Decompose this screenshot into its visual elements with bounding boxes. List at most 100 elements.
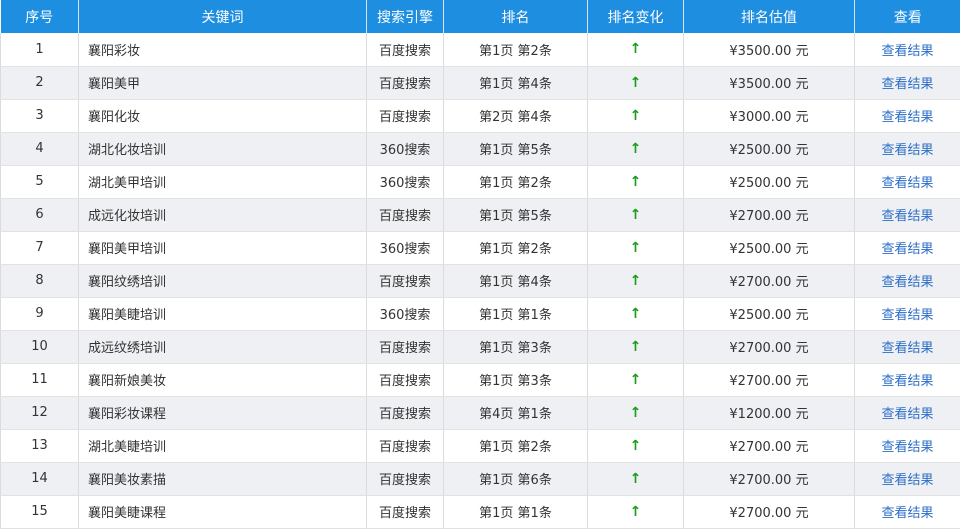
- row-rank-value: ¥2700.00 元: [729, 440, 809, 455]
- rank-up-arrow-icon: ↑: [629, 338, 642, 355]
- table-row: 7 襄阳美甲培训 360搜索 第1页 第2条 ↑ ¥2500.00 元 查看结果: [0, 231, 960, 265]
- rank-up-arrow-icon: ↑: [629, 437, 642, 454]
- table-cell: ¥2700.00 元: [683, 264, 855, 298]
- table-cell: 查看结果: [854, 462, 960, 496]
- view-result-link[interactable]: 查看结果: [881, 242, 933, 257]
- table-cell: 成远化妆培训: [78, 198, 367, 232]
- row-rank-value: ¥2500.00 元: [729, 176, 809, 191]
- row-index: 3: [35, 108, 44, 123]
- rank-up-arrow-icon: ↑: [629, 404, 642, 421]
- view-result-link[interactable]: 查看结果: [881, 374, 933, 389]
- row-rank: 第1页 第3条: [479, 374, 552, 389]
- view-result-link[interactable]: 查看结果: [881, 77, 933, 92]
- table-cell: 1: [0, 33, 79, 67]
- table-cell: 襄阳新娘美妆: [78, 363, 367, 397]
- table-cell: 2: [0, 66, 79, 100]
- table-cell: ↑: [587, 132, 684, 166]
- table-row: 10 成远纹绣培训 百度搜索 第1页 第3条 ↑ ¥2700.00 元 查看结果: [0, 330, 960, 364]
- row-search-engine: 百度搜索: [378, 506, 431, 521]
- row-rank: 第1页 第1条: [479, 308, 552, 323]
- table-cell: 6: [0, 198, 79, 232]
- table-cell: ↑: [587, 330, 684, 364]
- table-cell: 15: [0, 495, 79, 529]
- row-index: 15: [31, 504, 48, 519]
- table-cell: 查看结果: [854, 297, 960, 331]
- view-result-link[interactable]: 查看结果: [881, 506, 933, 521]
- view-result-link[interactable]: 查看结果: [881, 110, 933, 125]
- view-result-link[interactable]: 查看结果: [881, 341, 933, 356]
- table-cell: 湖北化妆培训: [78, 132, 367, 166]
- table-cell: ↑: [587, 165, 684, 199]
- rank-up-arrow-icon: ↑: [629, 206, 642, 223]
- table-cell: 湖北美甲培训: [78, 165, 367, 199]
- view-result-link[interactable]: 查看结果: [881, 440, 933, 455]
- table-cell: 第1页 第2条: [443, 33, 588, 67]
- view-result-link[interactable]: 查看结果: [881, 275, 933, 290]
- view-result-link[interactable]: 查看结果: [881, 407, 933, 422]
- row-search-engine: 百度搜索: [378, 209, 431, 224]
- table-cell: 12: [0, 396, 79, 430]
- row-index: 11: [31, 372, 48, 387]
- view-result-link[interactable]: 查看结果: [881, 143, 933, 158]
- row-keyword: 湖北美睫培训: [88, 440, 167, 455]
- table-row: 13 湖北美睫培训 百度搜索 第1页 第2条 ↑ ¥2700.00 元 查看结果: [0, 429, 960, 463]
- rank-up-arrow-icon: ↑: [629, 107, 642, 124]
- table-cell: 襄阳化妆: [78, 99, 367, 133]
- view-result-link[interactable]: 查看结果: [881, 308, 933, 323]
- table-cell: ↑: [587, 198, 684, 232]
- table-cell: 查看结果: [854, 429, 960, 463]
- table-cell: 13: [0, 429, 79, 463]
- table-cell: 360搜索: [366, 165, 444, 199]
- header-view: 查看: [854, 0, 960, 33]
- row-rank: 第1页 第3条: [479, 341, 552, 356]
- header-index: 序号: [0, 0, 79, 33]
- row-keyword: 襄阳纹绣培训: [88, 275, 167, 290]
- table-cell: ¥2500.00 元: [683, 231, 855, 265]
- view-result-link[interactable]: 查看结果: [881, 209, 933, 224]
- rank-up-arrow-icon: ↑: [629, 41, 642, 58]
- table-row: 9 襄阳美睫培训 360搜索 第1页 第1条 ↑ ¥2500.00 元 查看结果: [0, 297, 960, 331]
- row-rank-value: ¥2700.00 元: [729, 209, 809, 224]
- row-search-engine: 360搜索: [379, 143, 431, 158]
- table-cell: 查看结果: [854, 264, 960, 298]
- table-cell: 14: [0, 462, 79, 496]
- rank-up-arrow-icon: ↑: [629, 470, 642, 487]
- rank-up-arrow-icon: ↑: [629, 173, 642, 190]
- table-row: 2 襄阳美甲 百度搜索 第1页 第4条 ↑ ¥3500.00 元 查看结果: [0, 66, 960, 100]
- row-index: 7: [35, 240, 44, 255]
- table-cell: 百度搜索: [366, 33, 444, 67]
- table-cell: 第1页 第5条: [443, 132, 588, 166]
- table-cell: 5: [0, 165, 79, 199]
- row-index: 1: [35, 41, 44, 57]
- row-search-engine: 百度搜索: [378, 440, 431, 455]
- table-cell: 查看结果: [854, 165, 960, 199]
- view-result-link[interactable]: 查看结果: [881, 44, 933, 59]
- row-index: 2: [35, 75, 44, 90]
- rank-up-arrow-icon: ↑: [629, 503, 642, 520]
- row-search-engine: 百度搜索: [378, 407, 431, 422]
- table-cell: 百度搜索: [366, 66, 444, 100]
- row-keyword: 襄阳化妆: [88, 110, 141, 125]
- table-cell: 百度搜索: [366, 264, 444, 298]
- row-index: 10: [31, 339, 48, 354]
- header-rank: 排名: [443, 0, 588, 33]
- table-cell: ¥2700.00 元: [683, 330, 855, 364]
- table-cell: 7: [0, 231, 79, 265]
- table-cell: 查看结果: [854, 363, 960, 397]
- rank-up-arrow-icon: ↑: [629, 272, 642, 289]
- rank-up-arrow-icon: ↑: [629, 305, 642, 322]
- table-cell: 360搜索: [366, 297, 444, 331]
- view-result-link[interactable]: 查看结果: [881, 176, 933, 191]
- table-cell: ¥2500.00 元: [683, 297, 855, 331]
- table-cell: ↑: [587, 231, 684, 265]
- table-cell: 襄阳彩妆课程: [78, 396, 367, 430]
- row-rank-value: ¥2700.00 元: [729, 341, 809, 356]
- table-cell: ¥2700.00 元: [683, 429, 855, 463]
- row-rank: 第1页 第4条: [479, 275, 552, 290]
- table-cell: ↑: [587, 429, 684, 463]
- view-result-link[interactable]: 查看结果: [881, 473, 933, 488]
- row-rank: 第1页 第5条: [479, 143, 552, 158]
- table-cell: 360搜索: [366, 231, 444, 265]
- row-index: 4: [35, 141, 44, 156]
- table-cell: ↑: [587, 66, 684, 100]
